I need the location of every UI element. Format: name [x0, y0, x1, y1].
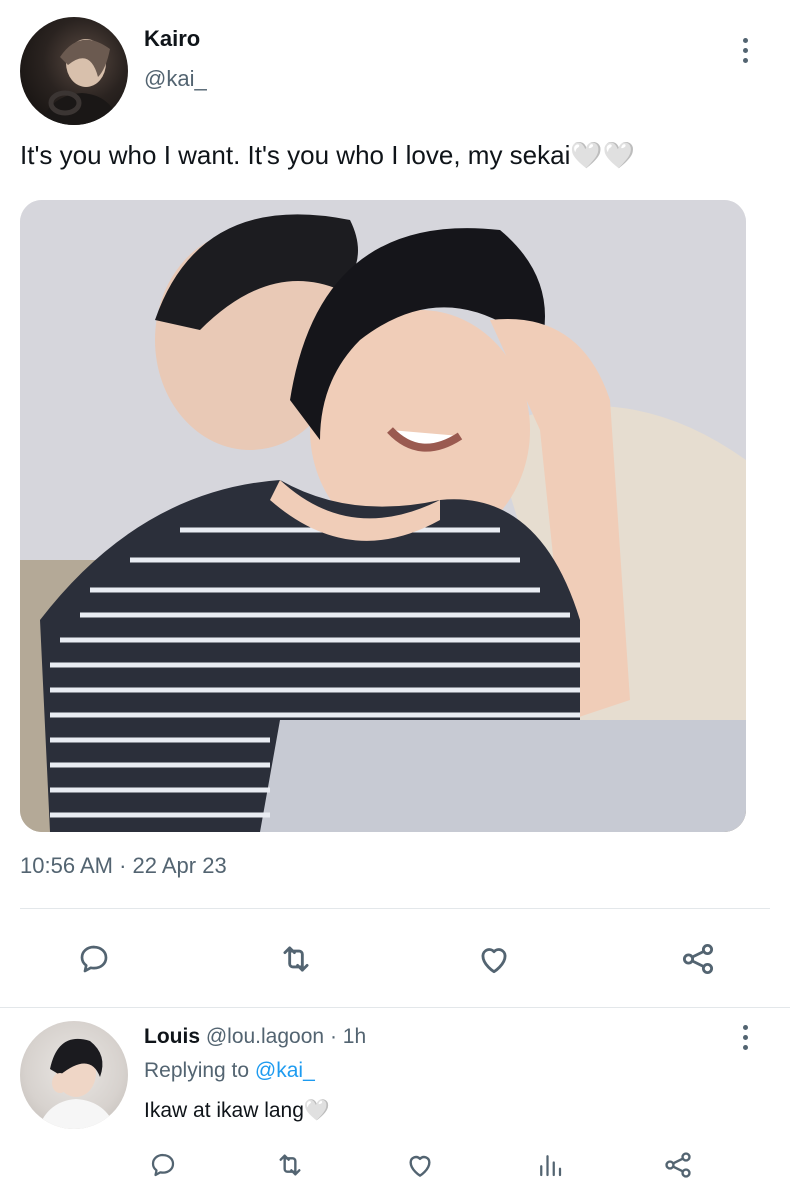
reply-header: Louis @lou.lagoon · 1h	[144, 1025, 366, 1049]
tweet-media-photo[interactable]	[20, 200, 746, 832]
reply-share-button[interactable]	[660, 1147, 696, 1183]
replying-to: Replying to @kai_	[144, 1059, 315, 1083]
reply-like-button[interactable]	[402, 1147, 438, 1183]
author-name[interactable]: Kairo	[144, 26, 200, 52]
avatar-photo	[38, 1038, 116, 1129]
avatar-photo	[40, 39, 120, 125]
tweet-text: It's you who I want. It's you who I love…	[20, 140, 636, 170]
retweet-icon	[279, 1154, 301, 1176]
share-button[interactable]	[674, 935, 722, 983]
author-avatar[interactable]	[20, 17, 128, 125]
photo-illustration	[20, 200, 746, 832]
divider	[0, 1007, 790, 1008]
bar-chart-icon	[540, 1155, 562, 1177]
replying-to-label: Replying to	[144, 1059, 255, 1082]
reply-text: Ikaw at ikaw lang🤍	[144, 1099, 331, 1122]
share-icon	[682, 943, 714, 975]
divider	[20, 908, 770, 909]
reply-age: · 1h	[329, 1025, 367, 1048]
author-handle[interactable]: @kai_	[144, 66, 207, 92]
reply-reply-button[interactable]	[145, 1147, 181, 1183]
reply-views-button[interactable]	[532, 1147, 568, 1183]
heart-icon	[481, 948, 507, 974]
share-icon	[665, 1152, 691, 1178]
heart-icon	[409, 1155, 431, 1177]
more-vertical-icon[interactable]	[741, 38, 749, 63]
retweet-button[interactable]	[272, 935, 320, 983]
reply-retweet-button[interactable]	[272, 1147, 308, 1183]
reply-author-handle[interactable]: @lou.lagoon	[206, 1025, 324, 1048]
replying-to-handle[interactable]: @kai_	[255, 1059, 315, 1082]
more-vertical-icon[interactable]	[741, 1025, 749, 1050]
reply-author-avatar[interactable]	[20, 1021, 128, 1129]
retweet-icon	[283, 946, 309, 972]
speech-bubble-icon	[80, 945, 108, 973]
reply-author-name[interactable]: Louis	[144, 1025, 200, 1048]
like-button[interactable]	[470, 935, 518, 983]
speech-bubble-icon	[151, 1153, 175, 1177]
reply-button[interactable]	[70, 935, 118, 983]
tweet-timestamp[interactable]: 10:56 AM · 22 Apr 23	[20, 853, 227, 879]
